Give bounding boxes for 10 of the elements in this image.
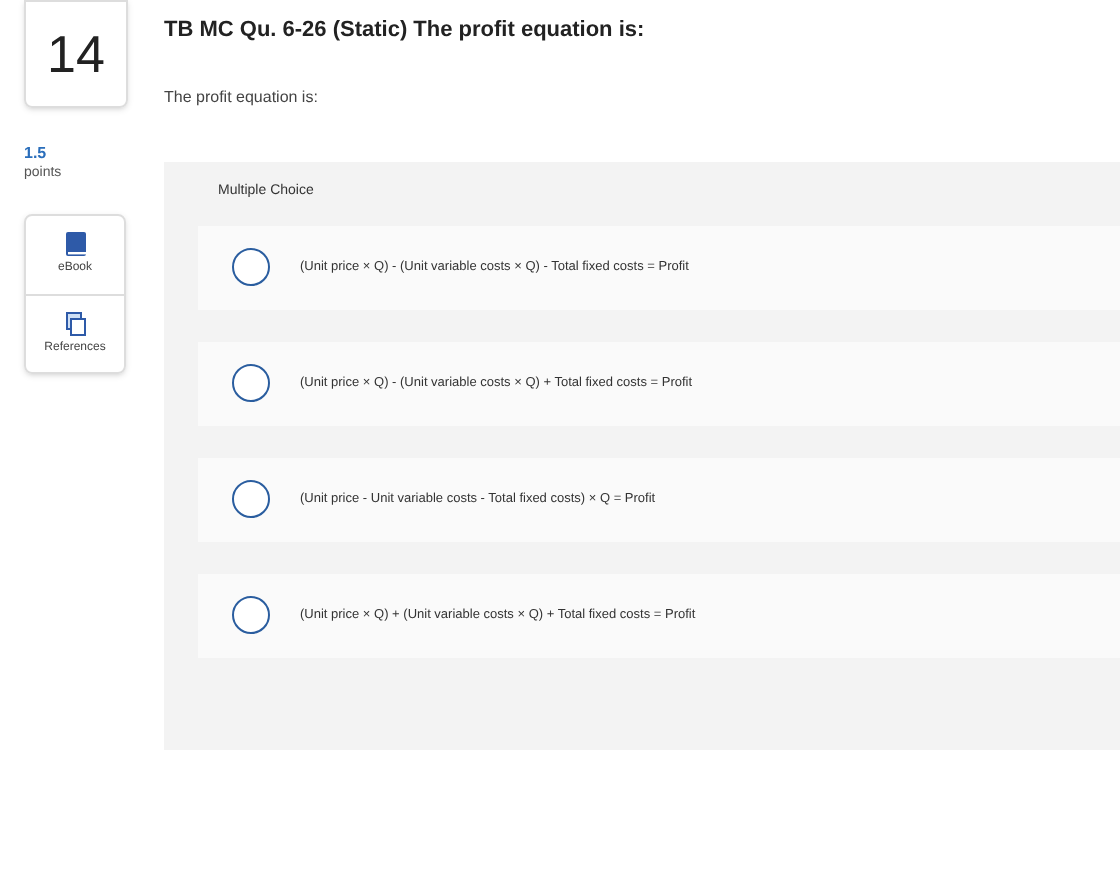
pages-icon (65, 311, 85, 335)
question-prompt: The profit equation is: (164, 85, 320, 109)
book-icon (65, 232, 85, 256)
question-number: 14 (24, 0, 128, 108)
question-title: TB MC Qu. 6-26 (Static) The profit equation is: (164, 16, 647, 46)
radio-button[interactable] (232, 248, 270, 286)
radio-button[interactable] (232, 364, 270, 402)
points-value: 1.5 (24, 144, 49, 164)
radio-button[interactable] (232, 596, 270, 634)
radio-button[interactable] (232, 480, 270, 518)
